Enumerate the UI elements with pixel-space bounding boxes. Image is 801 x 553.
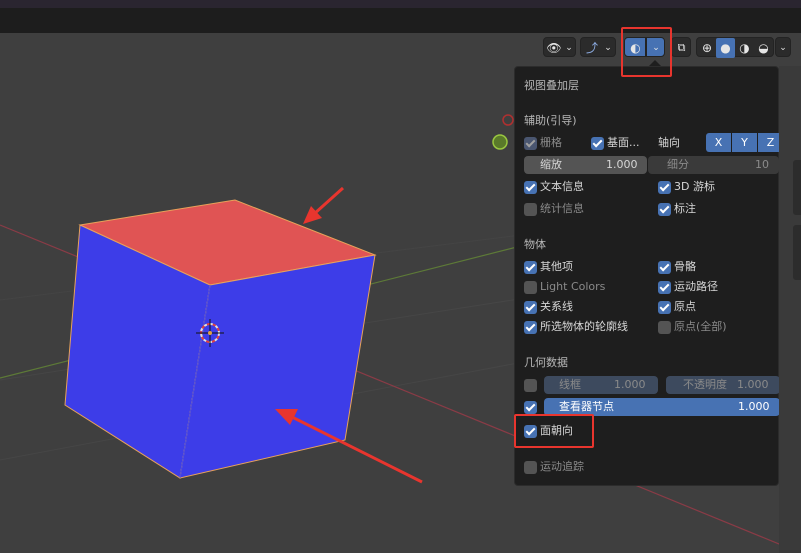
wireframe-value: 1.000 <box>614 378 646 391</box>
highlight-face-orientation <box>514 414 594 448</box>
scale-value: 1.000 <box>606 158 638 171</box>
extras-checkbox[interactable] <box>524 261 537 274</box>
eye-icon: 👁 <box>546 41 562 55</box>
relationship-lines-label: 关系线 <box>540 300 573 313</box>
gizmo-icon: ⤴ <box>585 41 598 55</box>
statistics-label: 统计信息 <box>540 202 584 215</box>
gizmo-dropdown[interactable]: ⤴ ⌄ <box>580 37 616 57</box>
motion-paths-checkbox[interactable] <box>658 281 671 294</box>
opacity-label: 不透明度 <box>683 378 727 391</box>
xray-icon: ⧉ <box>677 41 686 54</box>
annotations-label: 标注 <box>674 202 696 215</box>
grid-label: 栅格 <box>540 136 562 149</box>
menu-bar <box>0 8 801 33</box>
light-colors-checkbox[interactable] <box>524 281 537 294</box>
axis-x-toggle[interactable]: X <box>706 133 731 152</box>
geometry-section-header: 几何数据 <box>524 356 568 369</box>
3d-cursor-label: 3D 游标 <box>674 180 715 193</box>
viewer-node-checkbox[interactable] <box>524 401 537 414</box>
shading-mode-group[interactable]: ⊕ ● ◑ ◒ <box>696 37 774 58</box>
axis-label: 轴向 <box>658 136 680 149</box>
sidebar-tab[interactable] <box>793 225 801 280</box>
light-colors-label: Light Colors <box>540 280 606 293</box>
extras-label: 其他项 <box>540 260 573 273</box>
grid-checkbox[interactable] <box>524 137 537 150</box>
rendered-shading-icon[interactable]: ◒ <box>754 38 773 58</box>
visibility-dropdown[interactable]: 👁 ⌄ <box>543 37 576 57</box>
text-info-checkbox[interactable] <box>524 181 537 194</box>
chevron-down-icon: ⌄ <box>604 43 612 53</box>
wireframe-label: 线框 <box>559 378 581 391</box>
highlight-overlay-button <box>621 27 672 77</box>
light-object-icon <box>492 134 508 150</box>
sidebar-edge <box>779 66 801 553</box>
origins-label: 原点 <box>674 300 696 313</box>
bones-label: 骨骼 <box>674 260 696 273</box>
floor-checkbox[interactable] <box>591 137 604 150</box>
origins-all-label: 原点(全部) <box>674 320 727 333</box>
popover-title: 视图叠加层 <box>524 79 579 92</box>
wireframe-shading-icon[interactable]: ⊕ <box>698 38 716 58</box>
wireframe-checkbox[interactable] <box>524 379 537 392</box>
outline-selected-label: 所选物体的轮廓线 <box>540 320 628 333</box>
sidebar-tab[interactable] <box>793 160 801 215</box>
bones-checkbox[interactable] <box>658 261 671 274</box>
annotations-checkbox[interactable] <box>658 203 671 216</box>
solid-shading-icon[interactable]: ● <box>716 38 735 58</box>
viewer-node-value: 1.000 <box>738 400 770 413</box>
motion-paths-label: 运动路径 <box>674 280 718 293</box>
3d-cursor-checkbox[interactable] <box>658 181 671 194</box>
axis-y-toggle[interactable]: Y <box>732 133 757 152</box>
outline-selected-checkbox[interactable] <box>524 321 537 334</box>
material-shading-icon[interactable]: ◑ <box>735 38 754 58</box>
motion-tracking-checkbox[interactable] <box>524 461 537 474</box>
relationship-lines-checkbox[interactable] <box>524 301 537 314</box>
subdivisions-label: 细分 <box>667 158 689 171</box>
scale-label: 缩放 <box>540 158 562 171</box>
subdivisions-value: 10 <box>755 158 769 171</box>
window-title-bar <box>0 0 801 8</box>
chevron-down-icon: ⌄ <box>565 43 573 53</box>
guides-section-header: 辅助(引导) <box>524 114 577 127</box>
motion-tracking-label: 运动追踪 <box>540 460 584 473</box>
floor-label: 基面... <box>607 136 640 149</box>
opacity-value: 1.000 <box>737 378 769 391</box>
origins-all-checkbox[interactable] <box>658 321 671 334</box>
annotation-arrow-top <box>303 186 345 224</box>
origins-checkbox[interactable] <box>658 301 671 314</box>
statistics-checkbox[interactable] <box>524 203 537 216</box>
shading-dropdown[interactable]: ⌄ <box>775 37 791 57</box>
chevron-down-icon: ⌄ <box>779 43 787 53</box>
xray-toggle-button[interactable]: ⧉ <box>671 37 691 57</box>
viewer-node-label: 查看器节点 <box>559 400 614 413</box>
objects-section-header: 物体 <box>524 238 546 251</box>
text-info-label: 文本信息 <box>540 180 584 193</box>
